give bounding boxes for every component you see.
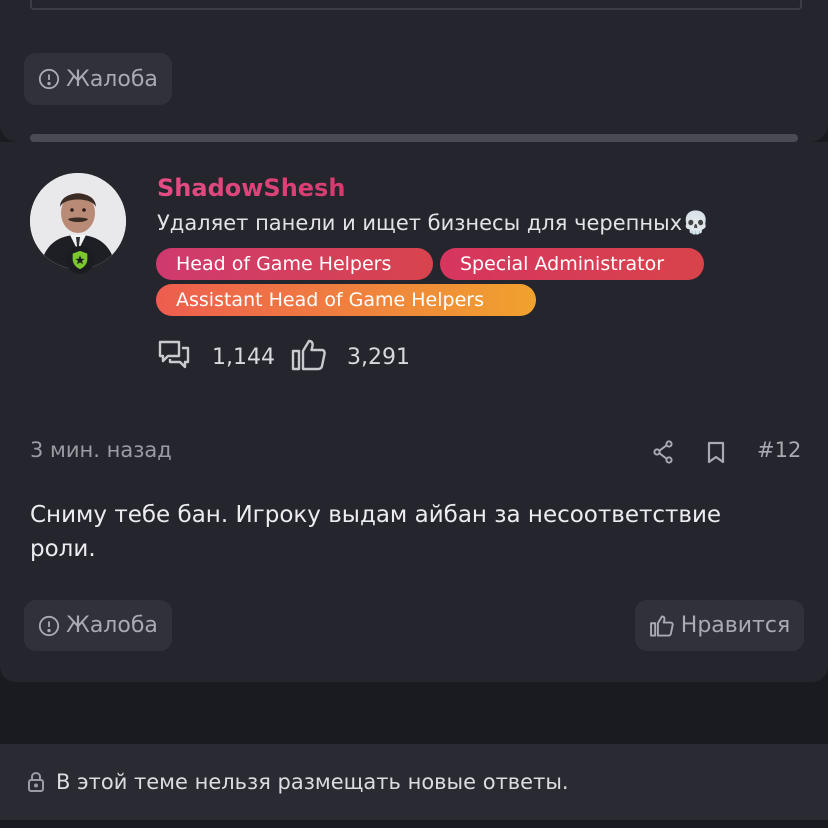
author-username[interactable]: ShadowShesh bbox=[157, 174, 345, 202]
skull-emoji: 💀 bbox=[682, 211, 710, 236]
locked-notice-text: В этой теме нельзя размещать новые ответ… bbox=[56, 770, 569, 794]
thumbs-up-icon bbox=[290, 338, 328, 372]
badge-head-of-game-helpers: Head of Game Helpers bbox=[156, 248, 433, 280]
post-number-link[interactable]: #12 bbox=[757, 438, 801, 462]
bookmark-icon[interactable] bbox=[706, 441, 726, 469]
reactions-count: 3,291 bbox=[347, 345, 410, 370]
staff-shield-icon bbox=[66, 246, 94, 274]
report-label: Жалоба bbox=[66, 66, 158, 92]
lock-icon bbox=[26, 771, 46, 793]
custom-title-text: Удаляет панели и ищет бизнесы для черепн… bbox=[157, 211, 683, 235]
alert-circle-icon bbox=[38, 615, 60, 637]
previous-post-content-box bbox=[30, 0, 802, 10]
like-button[interactable]: Нравится bbox=[635, 600, 804, 651]
post-time[interactable]: 3 мин. назад bbox=[30, 438, 172, 462]
share-icon[interactable] bbox=[652, 440, 674, 468]
previous-post-report-button[interactable]: Жалоба bbox=[24, 53, 172, 105]
report-label: Жалоба bbox=[66, 613, 158, 638]
badge-special-administrator: Special Administrator bbox=[440, 248, 704, 280]
alert-circle-icon bbox=[38, 68, 60, 90]
report-button[interactable]: Жалоба bbox=[24, 600, 172, 651]
thumbs-up-icon bbox=[649, 614, 675, 638]
thread-locked-notice: В этой теме нельзя размещать новые ответ… bbox=[0, 744, 828, 820]
speech-bubbles-icon bbox=[157, 338, 191, 372]
messages-count: 1,144 bbox=[212, 345, 275, 370]
post-body-text: Сниму тебе бан. Игроку выдам айбан за не… bbox=[30, 502, 722, 562]
like-label: Нравится bbox=[680, 613, 791, 638]
badge-assistant-head-of-game-helpers: Assistant Head of Game Helpers bbox=[156, 284, 536, 316]
post-separator bbox=[30, 134, 798, 142]
author-custom-title: Удаляет панели и ищет бизнесы для черепн… bbox=[157, 211, 710, 236]
